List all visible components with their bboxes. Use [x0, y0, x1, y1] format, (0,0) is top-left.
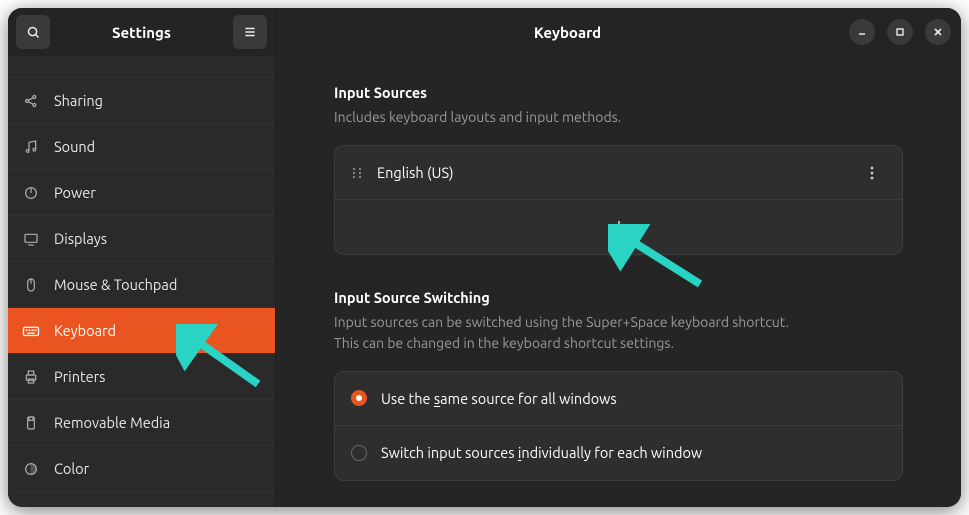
sidebar-title: Settings	[58, 24, 225, 41]
sidebar-item-label: Printers	[54, 368, 105, 385]
menu-button[interactable]	[233, 15, 267, 49]
sidebar-header: Settings	[8, 8, 275, 56]
sidebar-item-power[interactable]: Power	[8, 170, 275, 216]
sidebar-item-label: Sharing	[54, 92, 103, 109]
minimize-icon	[857, 27, 867, 37]
input-sources-card: English (US)	[334, 145, 903, 255]
keyboard-icon	[22, 322, 40, 340]
radio-checked[interactable]	[351, 390, 367, 406]
power-icon	[22, 184, 40, 202]
search-icon	[26, 25, 41, 40]
add-input-source-button[interactable]	[335, 200, 902, 254]
sidebar-item-label: Color	[54, 460, 89, 477]
sidebar-item-label: Mouse & Touchpad	[54, 276, 177, 293]
sidebar-item-label: Displays	[54, 230, 107, 247]
sidebar-item-cutoff[interactable]	[8, 60, 275, 78]
switching-desc: Input sources can be switched using the …	[334, 312, 903, 353]
color-icon	[22, 460, 40, 478]
more-vert-icon	[870, 166, 874, 180]
maximize-icon	[895, 27, 905, 37]
sidebar-item-sound[interactable]: Sound	[8, 124, 275, 170]
switching-card: Use the same source for all windows Swit…	[334, 371, 903, 481]
window-controls	[849, 19, 951, 45]
input-source-more-button[interactable]	[858, 159, 886, 187]
switching-desc-line1: Input sources can be switched using the …	[334, 314, 789, 330]
drag-handle-icon[interactable]	[351, 166, 363, 180]
switching-option-same[interactable]: Use the same source for all windows	[335, 372, 902, 426]
page-title: Keyboard	[286, 24, 849, 41]
radio-unchecked[interactable]	[351, 445, 367, 461]
music-icon	[22, 138, 40, 156]
sidebar-item-color[interactable]: Color	[8, 446, 275, 492]
sidebar-item-keyboard[interactable]: Keyboard	[8, 308, 275, 354]
content-body: Input Sources Includes keyboard layouts …	[276, 56, 961, 507]
input-sources-title: Input Sources	[334, 84, 903, 101]
mouse-icon	[22, 276, 40, 294]
sidebar-item-removable[interactable]: Removable Media	[8, 400, 275, 446]
sidebar-item-displays[interactable]: Displays	[8, 216, 275, 262]
maximize-button[interactable]	[887, 19, 913, 45]
display-icon	[22, 230, 40, 248]
switching-title: Input Source Switching	[334, 289, 903, 306]
switching-option-label: Switch input sources individually for ea…	[381, 444, 702, 461]
switching-option-label: Use the same source for all windows	[381, 390, 617, 407]
settings-window: Settings Sharing Sound	[8, 8, 961, 507]
switching-desc-line2: This can be changed in the keyboard shor…	[334, 335, 674, 351]
minimize-button[interactable]	[849, 19, 875, 45]
share-icon	[22, 92, 40, 110]
input-sources-desc: Includes keyboard layouts and input meth…	[334, 107, 903, 127]
sidebar: Settings Sharing Sound	[8, 8, 276, 507]
sidebar-item-sharing[interactable]: Sharing	[8, 78, 275, 124]
sidebar-item-label: Sound	[54, 138, 95, 155]
usb-icon	[22, 414, 40, 432]
switching-option-individual[interactable]: Switch input sources individually for ea…	[335, 426, 902, 480]
close-button[interactable]	[925, 19, 951, 45]
sidebar-item-label: Removable Media	[54, 414, 170, 431]
plus-icon	[612, 220, 626, 234]
sidebar-list: Sharing Sound Power Displays	[8, 56, 275, 507]
printer-icon	[22, 368, 40, 386]
sidebar-item-label: Power	[54, 184, 96, 201]
input-source-name: English (US)	[377, 164, 454, 181]
content-header: Keyboard	[276, 8, 961, 56]
input-source-row[interactable]: English (US)	[335, 146, 902, 200]
sidebar-item-mouse[interactable]: Mouse & Touchpad	[8, 262, 275, 308]
search-button[interactable]	[16, 15, 50, 49]
hamburger-icon	[243, 25, 257, 39]
sidebar-item-printers[interactable]: Printers	[8, 354, 275, 400]
sidebar-item-label: Keyboard	[54, 322, 116, 339]
content-panel: Keyboard Input Sources Includes keyboard…	[276, 8, 961, 507]
close-icon	[933, 27, 943, 37]
